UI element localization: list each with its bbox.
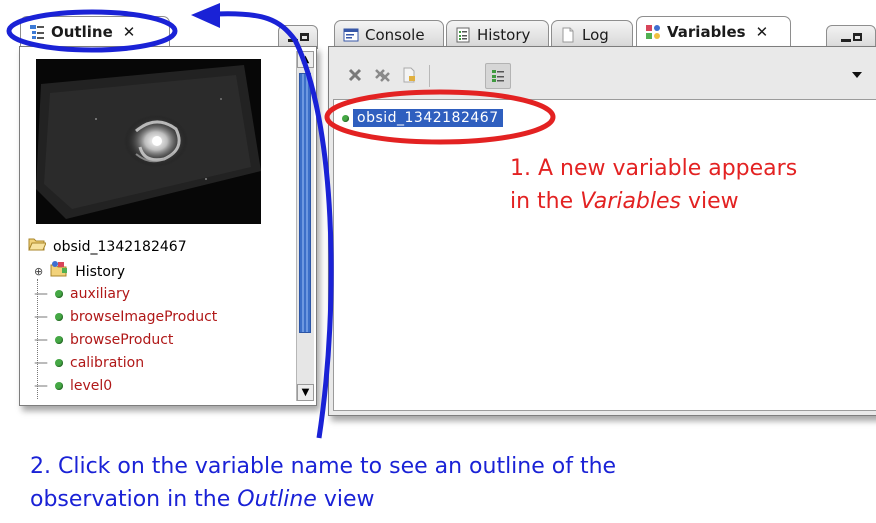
show-outline-button[interactable] bbox=[485, 63, 511, 89]
log-icon bbox=[560, 27, 576, 43]
scroll-up-icon[interactable]: ▲ bbox=[297, 51, 314, 68]
tab-variables-label: Variables bbox=[667, 22, 746, 41]
delete-icon bbox=[348, 68, 362, 82]
view-menu-button[interactable] bbox=[845, 63, 869, 87]
tab-variables[interactable]: Variables ✕ bbox=[636, 16, 791, 46]
document-icon bbox=[403, 67, 415, 83]
tab-outline[interactable]: Outline ✕ bbox=[20, 16, 170, 46]
variable-dot-icon bbox=[342, 114, 349, 122]
tree-item-label: auxiliary bbox=[70, 286, 131, 302]
tree-item-browseimageproduct[interactable]: — browseImageProduct bbox=[34, 308, 217, 326]
variable-item[interactable]: obsid_1342182467 bbox=[342, 109, 503, 127]
annotation-step1-line2: in the Variables view bbox=[510, 189, 739, 214]
tree-item-calibration[interactable]: — calibration bbox=[34, 354, 144, 372]
tab-history[interactable]: History bbox=[446, 20, 549, 48]
export-button[interactable] bbox=[397, 63, 421, 87]
tree-item-label: calibration bbox=[70, 355, 145, 371]
scrollbar-thumb[interactable] bbox=[299, 73, 311, 333]
product-dot-icon bbox=[55, 359, 63, 367]
tab-console-label: Console bbox=[365, 25, 425, 44]
tab-log[interactable]: Log bbox=[551, 20, 633, 48]
console-icon bbox=[343, 27, 359, 43]
outline-icon bbox=[29, 24, 45, 40]
history-icon bbox=[455, 27, 471, 43]
tab-outline-label: Outline bbox=[51, 22, 113, 41]
outline-panel: obsid_1342182467 ⊕ History — auxiliary —… bbox=[19, 46, 317, 406]
close-icon[interactable]: ✕ bbox=[756, 23, 769, 41]
outline-icon bbox=[492, 70, 504, 82]
delete-all-button[interactable] bbox=[371, 63, 395, 87]
tab-log-label: Log bbox=[582, 25, 609, 44]
variables-list[interactable]: obsid_1342182467 bbox=[333, 99, 876, 411]
minimize-icon[interactable] bbox=[287, 38, 298, 42]
tree-item-label: level0 bbox=[70, 378, 113, 394]
product-dot-icon bbox=[55, 290, 63, 298]
product-dot-icon bbox=[55, 382, 63, 390]
tree-root[interactable]: obsid_1342182467 bbox=[28, 237, 187, 256]
product-dot-icon bbox=[55, 336, 63, 344]
outline-scrollbar[interactable]: ▲ ▼ bbox=[296, 51, 314, 401]
tree-item-browseproduct[interactable]: — browseProduct bbox=[34, 331, 173, 349]
expand-icon[interactable]: ⊕ bbox=[34, 263, 43, 281]
folder-open-icon bbox=[28, 237, 47, 256]
delete-button[interactable] bbox=[343, 63, 367, 87]
tree-item-auxiliary[interactable]: — auxiliary bbox=[34, 285, 130, 303]
product-dot-icon bbox=[55, 313, 63, 321]
tree-item-level0[interactable]: — level0 bbox=[34, 377, 112, 395]
arrowhead-icon bbox=[191, 3, 220, 28]
variables-panel: obsid_1342182467 bbox=[328, 46, 876, 416]
tree-item-history[interactable]: ⊕ History bbox=[34, 261, 125, 282]
tab-history-label: History bbox=[477, 25, 531, 44]
toolbar-separator bbox=[429, 65, 430, 87]
maximize-icon[interactable] bbox=[852, 33, 862, 41]
tree-item-label: browseProduct bbox=[70, 332, 174, 348]
history-folder-icon bbox=[50, 261, 68, 282]
variables-icon bbox=[645, 24, 661, 40]
delete-all-icon bbox=[375, 69, 390, 82]
tree-item-label: browseImageProduct bbox=[70, 309, 218, 325]
tab-console[interactable]: Console bbox=[334, 20, 444, 48]
annotation-step1-line1: 1. A new variable appears bbox=[510, 156, 798, 181]
annotation-step2-line1: 2. Click on the variable name to see an … bbox=[30, 454, 617, 479]
annotation-step2-line2: observation in the Outline view bbox=[30, 487, 375, 512]
observation-thumbnail bbox=[36, 59, 261, 224]
close-icon[interactable]: ✕ bbox=[123, 23, 136, 41]
minimize-icon[interactable] bbox=[840, 38, 851, 42]
tree-root-label: obsid_1342182467 bbox=[53, 238, 187, 255]
variable-item-label: obsid_1342182467 bbox=[353, 109, 503, 127]
chevron-down-icon bbox=[852, 72, 862, 78]
maximize-icon[interactable] bbox=[299, 33, 309, 41]
scroll-down-icon[interactable]: ▼ bbox=[297, 384, 314, 401]
tree-item-history-label: History bbox=[75, 263, 126, 280]
